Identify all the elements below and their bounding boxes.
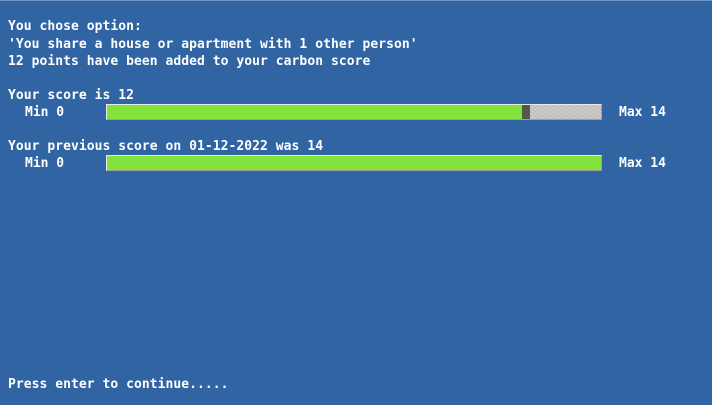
continue-prompt: Press enter to continue..... [8, 377, 229, 392]
current-score-min-label: Min 0 [25, 105, 65, 120]
terminal-screen: You chose option: 'You share a house or … [0, 0, 712, 405]
current-score-fill [107, 105, 530, 119]
selected-option-text: 'You share a house or apartment with 1 o… [8, 37, 418, 52]
current-score-progress-bar [106, 104, 602, 120]
current-score-title: Your score is 12 [8, 88, 135, 103]
points-added-text: 12 points have been added to your carbon… [8, 54, 371, 69]
current-score-marker [522, 105, 530, 119]
previous-score-min-label: Min 0 [25, 156, 65, 171]
previous-score-title: Your previous score on 01-12-2022 was 14 [8, 139, 324, 154]
previous-score-fill [107, 156, 601, 170]
previous-score-max-label: Max 14 [619, 156, 666, 171]
current-score-max-label: Max 14 [619, 105, 666, 120]
choice-heading: You chose option: [8, 19, 142, 34]
previous-score-progress-bar [106, 155, 602, 171]
